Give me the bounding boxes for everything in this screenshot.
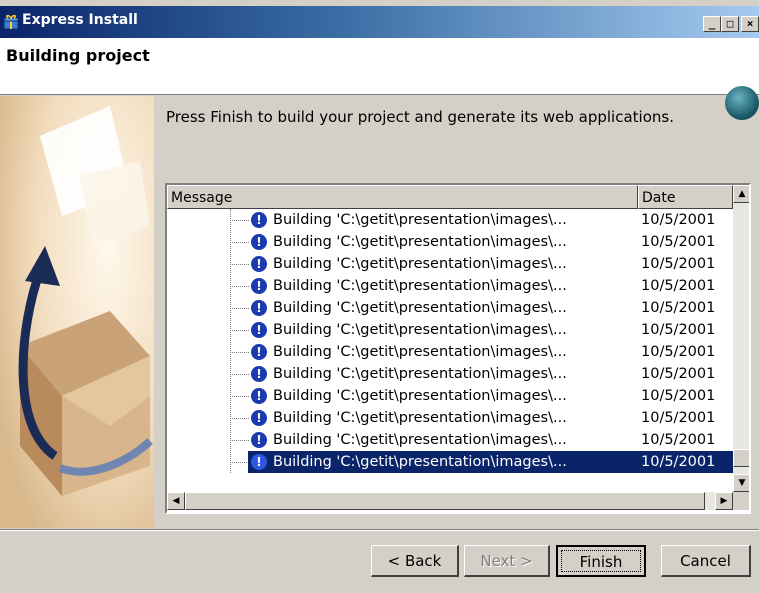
tree-branch [230,418,249,419]
column-header-date[interactable]: Date [638,185,733,209]
table-row-selected[interactable]: ! Building 'C:\getit\presentation\images… [167,451,733,473]
row-message: Building 'C:\getit\presentation\images\.… [273,344,567,360]
info-icon: ! [251,322,267,338]
row-date: 10/5/2001 [641,234,716,250]
table-row[interactable]: ! Building 'C:\getit\presentation\images… [167,341,733,363]
instruction-text: Press Finish to build your project and g… [166,108,674,126]
row-message: Building 'C:\getit\presentation\images\.… [273,410,567,426]
row-date: 10/5/2001 [641,212,716,228]
tree-branch [230,220,249,221]
vertical-scroll-thumb[interactable] [733,449,749,467]
tree-branch [230,242,249,243]
back-button[interactable]: < Back [371,545,459,577]
column-header-message[interactable]: Message [167,185,638,209]
footer-separator [0,529,759,531]
build-log-listview[interactable]: Message Date ! Building 'C:\getit\presen… [165,183,751,514]
next-button[interactable]: Next > [464,545,550,577]
minimize-button[interactable]: _ [703,16,721,32]
table-row[interactable]: ! Building 'C:\getit\presentation\images… [167,209,733,231]
table-row[interactable]: ! Building 'C:\getit\presentation\images… [167,297,733,319]
row-date: 10/5/2001 [641,322,716,338]
row-message: Building 'C:\getit\presentation\images\.… [273,454,567,470]
info-icon: ! [251,300,267,316]
row-message: Building 'C:\getit\presentation\images\.… [273,322,567,338]
row-message: Building 'C:\getit\presentation\images\.… [273,212,567,228]
tree-branch [230,374,249,375]
row-message: Building 'C:\getit\presentation\images\.… [273,366,567,382]
row-message: Building 'C:\getit\presentation\images\.… [273,234,567,250]
table-row[interactable]: ! Building 'C:\getit\presentation\images… [167,253,733,275]
globe-logo-icon [725,86,759,120]
tree-branch [230,264,249,265]
row-message: Building 'C:\getit\presentation\images\.… [273,256,567,272]
row-date: 10/5/2001 [641,388,716,404]
row-message: Building 'C:\getit\presentation\images\.… [273,278,567,294]
tree-branch [230,286,249,287]
row-date: 10/5/2001 [641,432,716,448]
info-icon: ! [251,344,267,360]
table-row[interactable]: ! Building 'C:\getit\presentation\images… [167,429,733,451]
table-row[interactable]: ! Building 'C:\getit\presentation\images… [167,385,733,407]
tree-branch [230,462,249,463]
info-icon: ! [251,454,267,470]
box-arrow-illustration-icon [0,96,154,528]
close-button[interactable]: × [741,16,759,32]
scroll-up-button[interactable]: ▲ [733,185,749,203]
table-row[interactable]: ! Building 'C:\getit\presentation\images… [167,275,733,297]
row-date: 10/5/2001 [641,300,716,316]
scroll-down-button[interactable]: ▼ [733,474,749,492]
row-date: 10/5/2001 [641,410,716,426]
row-message: Building 'C:\getit\presentation\images\.… [273,388,567,404]
horizontal-scrollbar[interactable]: ◀ ▶ [167,492,733,510]
tree-branch [230,396,249,397]
scroll-left-button[interactable]: ◀ [167,492,185,510]
row-date: 10/5/2001 [641,278,716,294]
tree-branch [230,308,249,309]
row-date: 10/5/2001 [641,256,716,272]
info-icon: ! [251,410,267,426]
info-icon: ! [251,366,267,382]
maximize-button[interactable]: □ [721,16,739,32]
row-date: 10/5/2001 [641,366,716,382]
table-row[interactable]: ! Building 'C:\getit\presentation\images… [167,231,733,253]
table-row[interactable]: ! Building 'C:\getit\presentation\images… [167,407,733,429]
vertical-scrollbar[interactable]: ▲ ▼ [733,185,749,492]
wizard-illustration [0,96,154,528]
finish-button[interactable]: Finish [556,545,646,577]
info-icon: ! [251,388,267,404]
tree-branch [230,330,249,331]
row-date: 10/5/2001 [641,454,716,470]
tree-branch [230,440,249,441]
table-row[interactable]: ! Building 'C:\getit\presentation\images… [167,363,733,385]
cancel-button[interactable]: Cancel [661,545,751,577]
horizontal-scroll-thumb[interactable] [185,492,705,510]
express-install-window: Express Install _ □ × Building project P… [0,0,759,593]
page-title: Building project [6,46,150,65]
title-bar[interactable]: Express Install _ □ × [0,6,759,38]
wizard-header: Building project [0,38,759,120]
table-row[interactable]: ! Building 'C:\getit\presentation\images… [167,319,733,341]
window-title: Express Install [22,12,138,28]
info-icon: ! [251,234,267,250]
gift-box-icon [3,14,19,30]
row-message: Building 'C:\getit\presentation\images\.… [273,300,567,316]
info-icon: ! [251,432,267,448]
info-icon: ! [251,278,267,294]
scrollbar-corner [733,492,749,510]
info-icon: ! [251,212,267,228]
scroll-right-button[interactable]: ▶ [715,492,733,510]
tree-branch [230,352,249,353]
row-message: Building 'C:\getit\presentation\images\.… [273,432,567,448]
info-icon: ! [251,256,267,272]
row-date: 10/5/2001 [641,344,716,360]
